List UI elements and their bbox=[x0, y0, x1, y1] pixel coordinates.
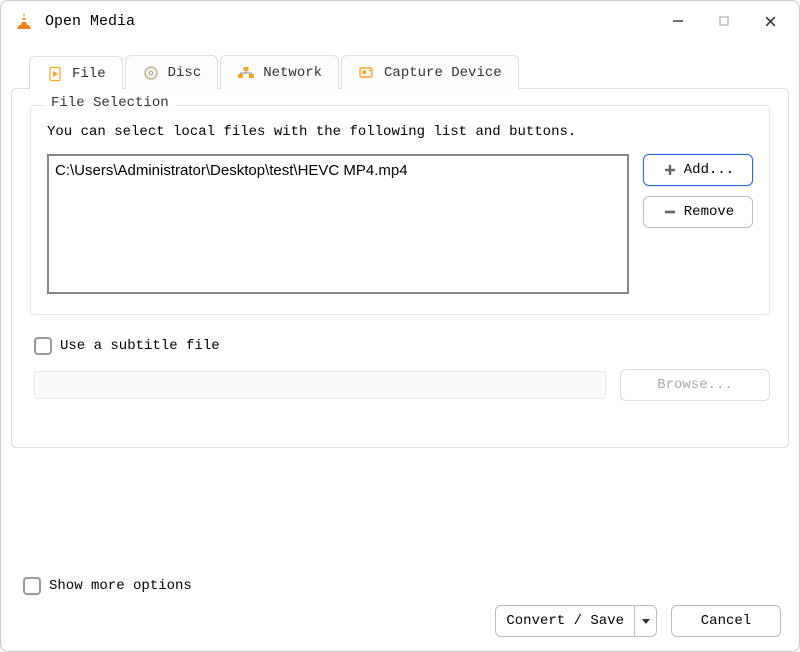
file-tab-panel: File Selection You can select local file… bbox=[11, 88, 789, 448]
file-selection-group: File Selection You can select local file… bbox=[30, 105, 770, 315]
file-selection-help: You can select local files with the foll… bbox=[47, 124, 753, 140]
capture-device-icon bbox=[358, 64, 376, 82]
minimize-button[interactable] bbox=[655, 5, 701, 37]
media-source-tabs: File Disc Network Capture Device bbox=[11, 55, 789, 89]
plus-icon bbox=[662, 162, 678, 178]
tab-label: Capture Device bbox=[384, 65, 502, 81]
disc-icon bbox=[142, 64, 160, 82]
remove-button[interactable]: Remove bbox=[643, 196, 753, 228]
titlebar: Open Media bbox=[1, 1, 799, 41]
add-button[interactable]: Add... bbox=[643, 154, 753, 186]
show-more-options-label: Show more options bbox=[49, 578, 192, 594]
subtitle-path-input bbox=[34, 371, 606, 399]
minus-icon bbox=[662, 204, 678, 220]
button-label: Add... bbox=[684, 162, 734, 178]
use-subtitle-label: Use a subtitle file bbox=[60, 338, 220, 354]
close-button[interactable] bbox=[747, 5, 793, 37]
button-label[interactable]: Convert / Save bbox=[496, 606, 634, 636]
convert-save-button[interactable]: Convert / Save bbox=[495, 605, 657, 637]
tab-label: Network bbox=[263, 65, 322, 81]
dialog-body: File Disc Network Capture Device bbox=[1, 41, 799, 651]
browse-button: Browse... bbox=[620, 369, 770, 401]
tab-network[interactable]: Network bbox=[220, 55, 339, 89]
show-more-options-checkbox[interactable] bbox=[23, 577, 41, 595]
tab-label: File bbox=[72, 66, 106, 82]
use-subtitle-checkbox[interactable] bbox=[34, 337, 52, 355]
tab-capture-device[interactable]: Capture Device bbox=[341, 55, 519, 89]
convert-save-dropdown[interactable] bbox=[634, 606, 656, 636]
maximize-button[interactable] bbox=[701, 5, 747, 37]
tab-file[interactable]: File bbox=[29, 56, 123, 90]
file-icon bbox=[46, 65, 64, 83]
open-media-window: Open Media File bbox=[0, 0, 800, 652]
dialog-footer: Convert / Save Cancel bbox=[495, 605, 781, 637]
network-icon bbox=[237, 64, 255, 82]
button-label: Browse... bbox=[657, 377, 733, 393]
vlc-cone-icon bbox=[13, 10, 35, 32]
button-label: Remove bbox=[684, 204, 734, 220]
tab-label: Disc bbox=[168, 65, 202, 81]
cancel-button[interactable]: Cancel bbox=[671, 605, 781, 637]
file-selection-legend: File Selection bbox=[45, 95, 175, 111]
tab-disc[interactable]: Disc bbox=[125, 55, 219, 89]
file-list[interactable]: C:\Users\Administrator\Desktop\test\HEVC… bbox=[47, 154, 629, 294]
window-title: Open Media bbox=[45, 13, 655, 30]
file-list-item[interactable]: C:\Users\Administrator\Desktop\test\HEVC… bbox=[55, 162, 621, 179]
chevron-down-icon bbox=[641, 616, 651, 626]
show-more-options-row: Show more options bbox=[23, 577, 192, 595]
button-label: Cancel bbox=[701, 613, 751, 629]
subtitle-section: Use a subtitle file Browse... bbox=[30, 337, 770, 401]
window-controls bbox=[655, 5, 793, 37]
